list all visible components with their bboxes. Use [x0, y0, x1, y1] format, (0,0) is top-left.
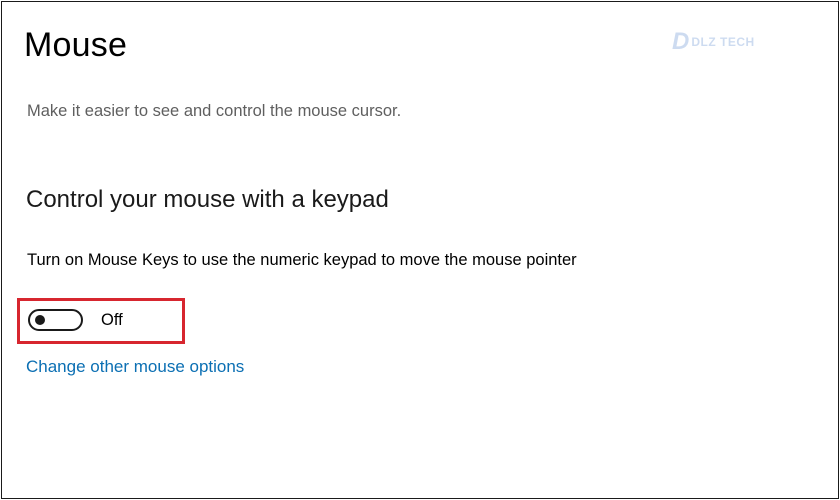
mouse-keys-description: Turn on Mouse Keys to use the numeric ke… — [27, 251, 577, 269]
change-other-mouse-options-link[interactable]: Change other mouse options — [26, 357, 244, 377]
page-title: Mouse — [24, 26, 128, 64]
toggle-state-label: Off — [101, 311, 123, 329]
page-subtitle: Make it easier to see and control the mo… — [27, 102, 402, 120]
watermark-logo: D DLZ TECH — [672, 26, 797, 58]
mouse-keys-toggle[interactable] — [28, 309, 83, 331]
watermark-text: DLZ TECH — [691, 35, 755, 49]
section-title: Control your mouse with a keypad — [26, 186, 389, 213]
watermark-d-icon: D — [672, 28, 690, 55]
toggle-knob — [35, 315, 45, 325]
